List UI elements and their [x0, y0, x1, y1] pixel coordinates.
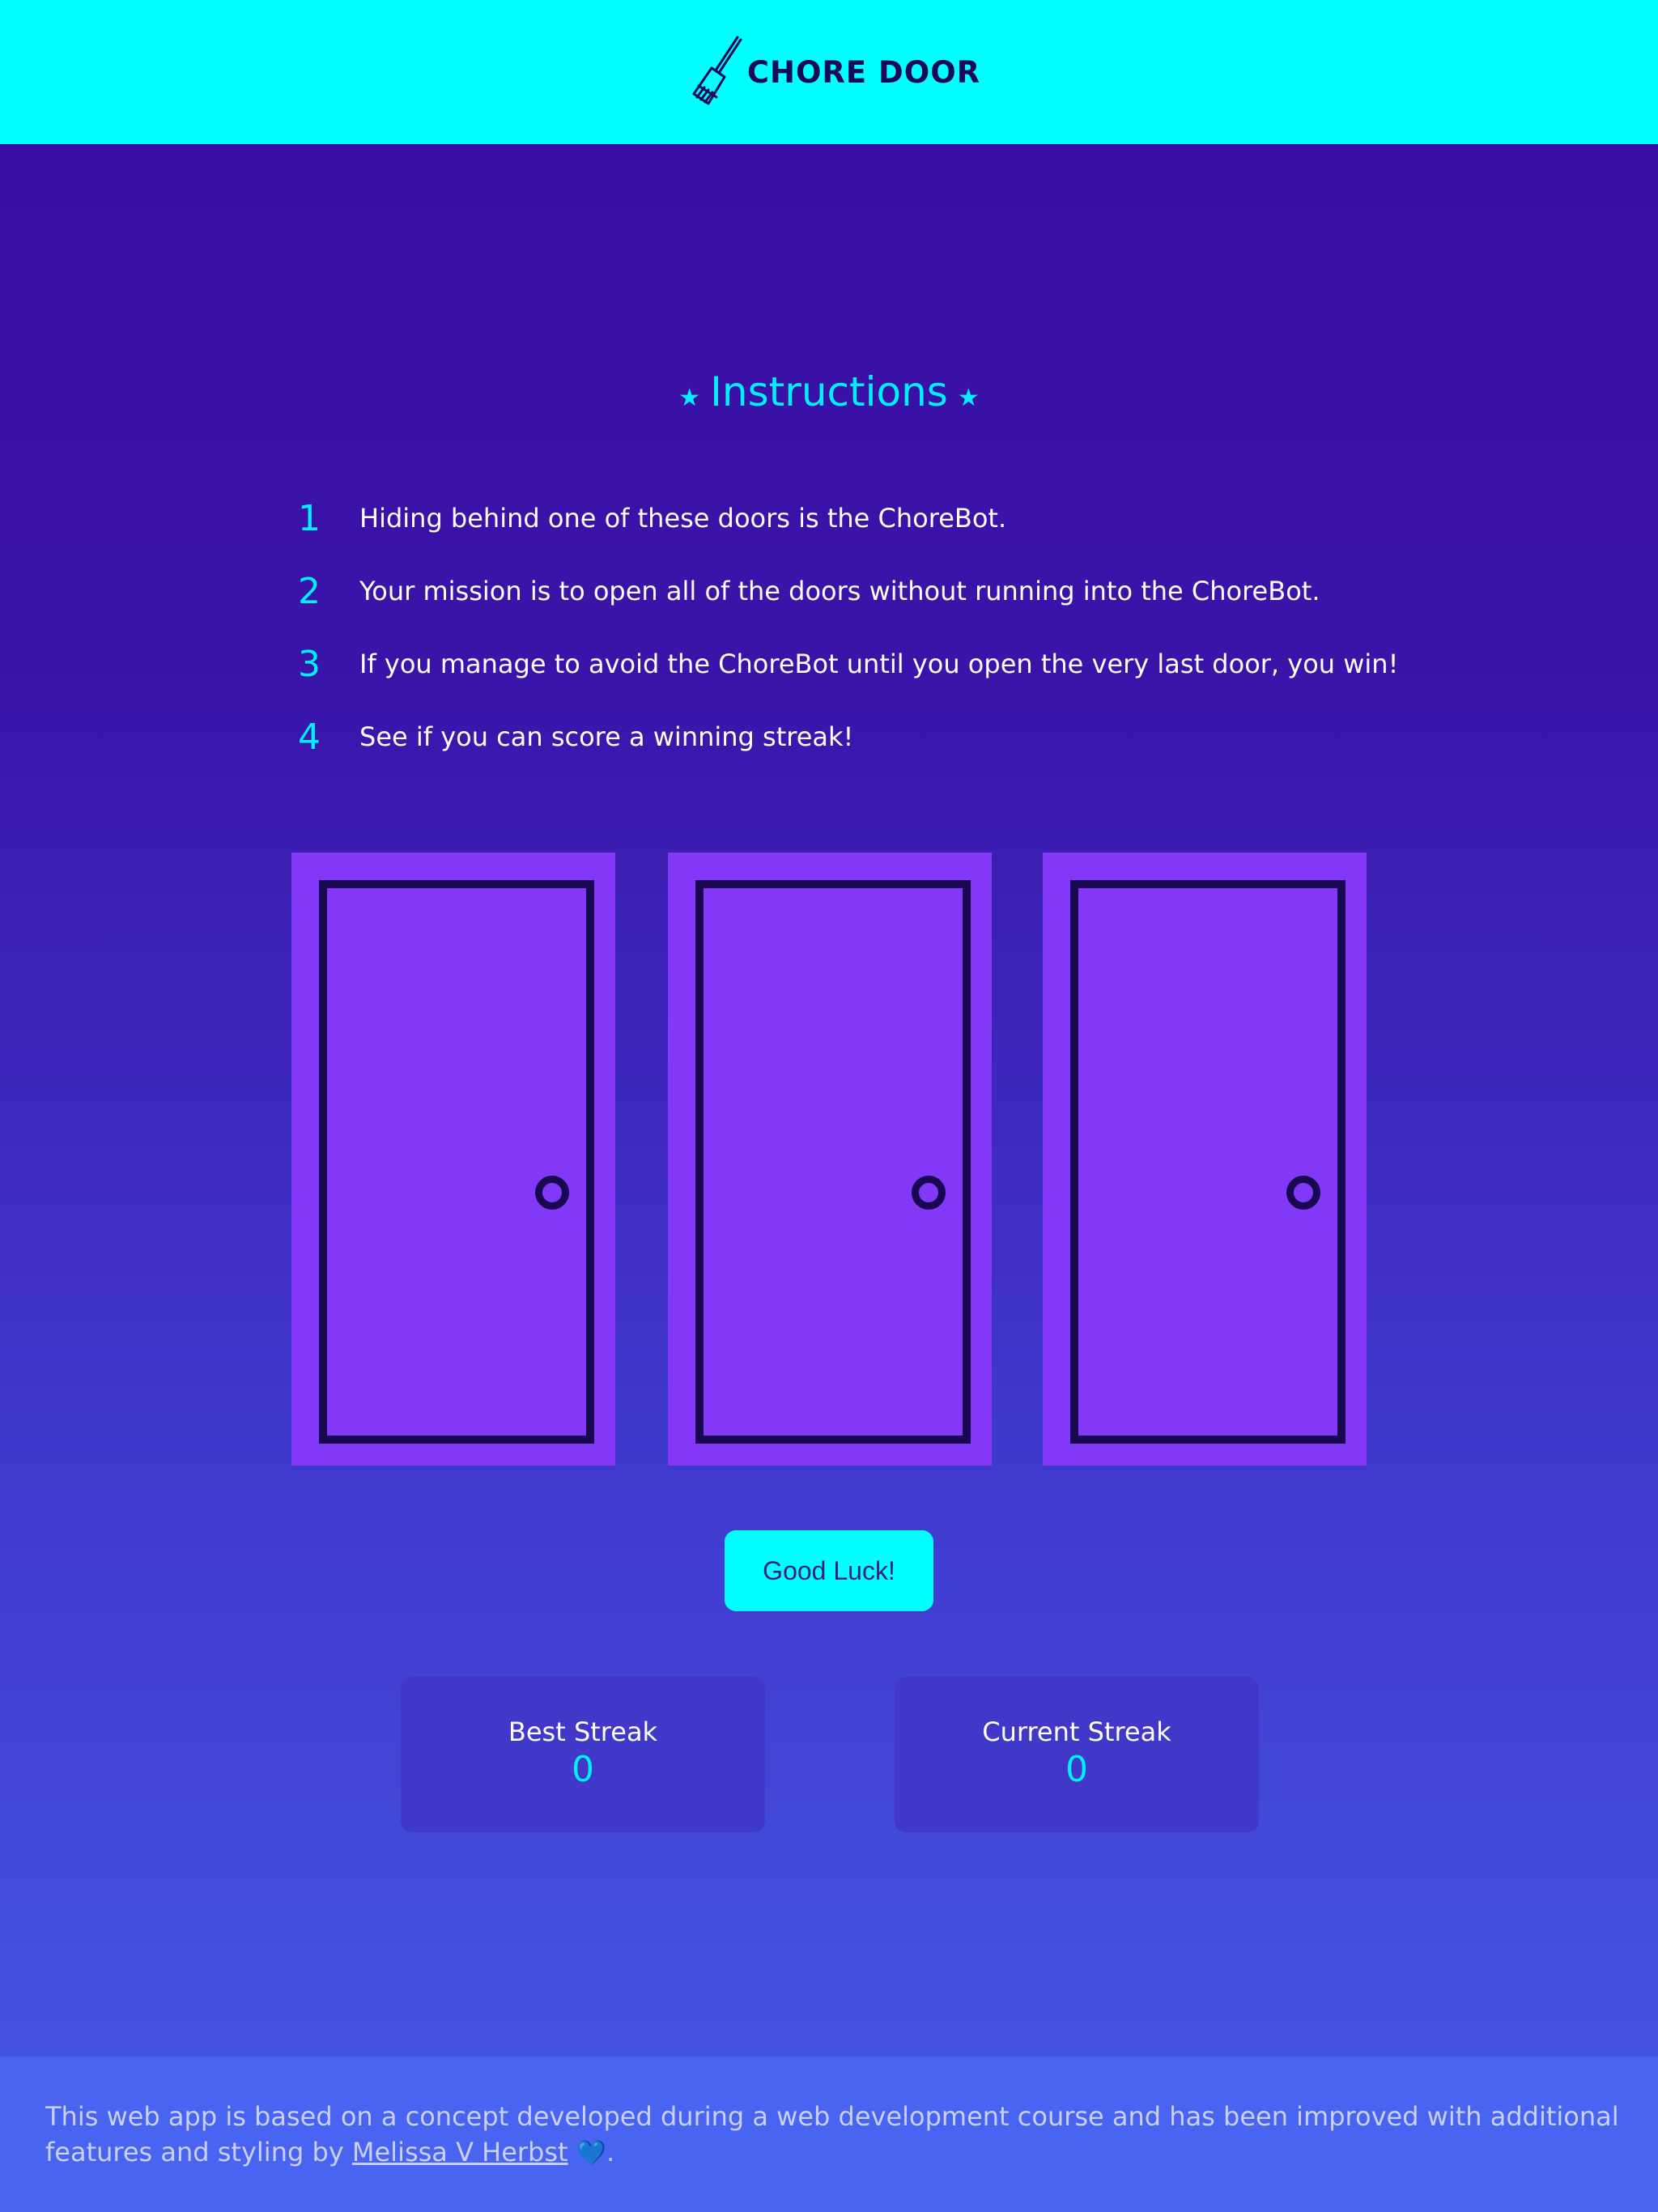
broom-icon	[692, 36, 742, 105]
best-streak-card: Best Streak 0	[401, 1677, 765, 1832]
instruction-step: 1 Hiding behind one of these doors is th…	[296, 482, 1430, 555]
step-number: 1	[298, 497, 321, 539]
step-text: Your mission is to open all of the doors…	[359, 576, 1320, 606]
best-streak-label: Best Streak	[508, 1716, 658, 1747]
door-frame	[695, 880, 971, 1444]
app-title: CHORE DOOR	[746, 54, 981, 90]
door-2[interactable]	[668, 853, 992, 1465]
current-streak-card: Current Streak 0	[895, 1677, 1259, 1832]
instructions-heading: ★ Instructions ★	[0, 368, 1658, 415]
footer-text: This web app is based on a concept devel…	[45, 2099, 1624, 2172]
current-streak-label: Current Streak	[982, 1716, 1171, 1747]
step-number: 4	[298, 716, 321, 758]
door-knob-icon	[535, 1176, 569, 1210]
footer: This web app is based on a concept devel…	[0, 2057, 1658, 2212]
best-streak-value: 0	[572, 1748, 594, 1790]
instructions-list: 1 Hiding behind one of these doors is th…	[296, 482, 1430, 773]
instruction-step: 2 Your mission is to open all of the doo…	[296, 555, 1430, 627]
step-number: 2	[298, 570, 321, 612]
door-frame	[1070, 880, 1346, 1444]
good-luck-button[interactable]: Good Luck!	[725, 1530, 933, 1611]
door-3[interactable]	[1043, 853, 1367, 1465]
footer-period: .	[606, 2137, 615, 2167]
door-knob-icon	[1286, 1176, 1320, 1210]
footer-description: This web app is based on a concept devel…	[45, 2101, 1619, 2167]
heart-icon: 💙	[576, 2139, 607, 2167]
app-header: CHORE DOOR	[0, 0, 1658, 144]
step-text: If you manage to avoid the ChoreBot unti…	[359, 649, 1399, 679]
door-1[interactable]	[291, 853, 615, 1465]
door-frame	[319, 880, 594, 1444]
step-text: See if you can score a winning streak!	[359, 721, 854, 752]
step-text: Hiding behind one of these doors is the …	[359, 503, 1007, 534]
star-icon: ★	[678, 383, 701, 412]
current-streak-value: 0	[1065, 1748, 1088, 1790]
instructions-title: Instructions	[710, 368, 948, 415]
instruction-step: 3 If you manage to avoid the ChoreBot un…	[296, 627, 1430, 700]
instruction-step: 4 See if you can score a winning streak!	[296, 700, 1430, 773]
door-knob-icon	[912, 1176, 946, 1210]
author-link[interactable]: Melissa V Herbst	[352, 2137, 568, 2167]
step-number: 3	[298, 643, 321, 685]
star-icon: ★	[957, 383, 980, 412]
